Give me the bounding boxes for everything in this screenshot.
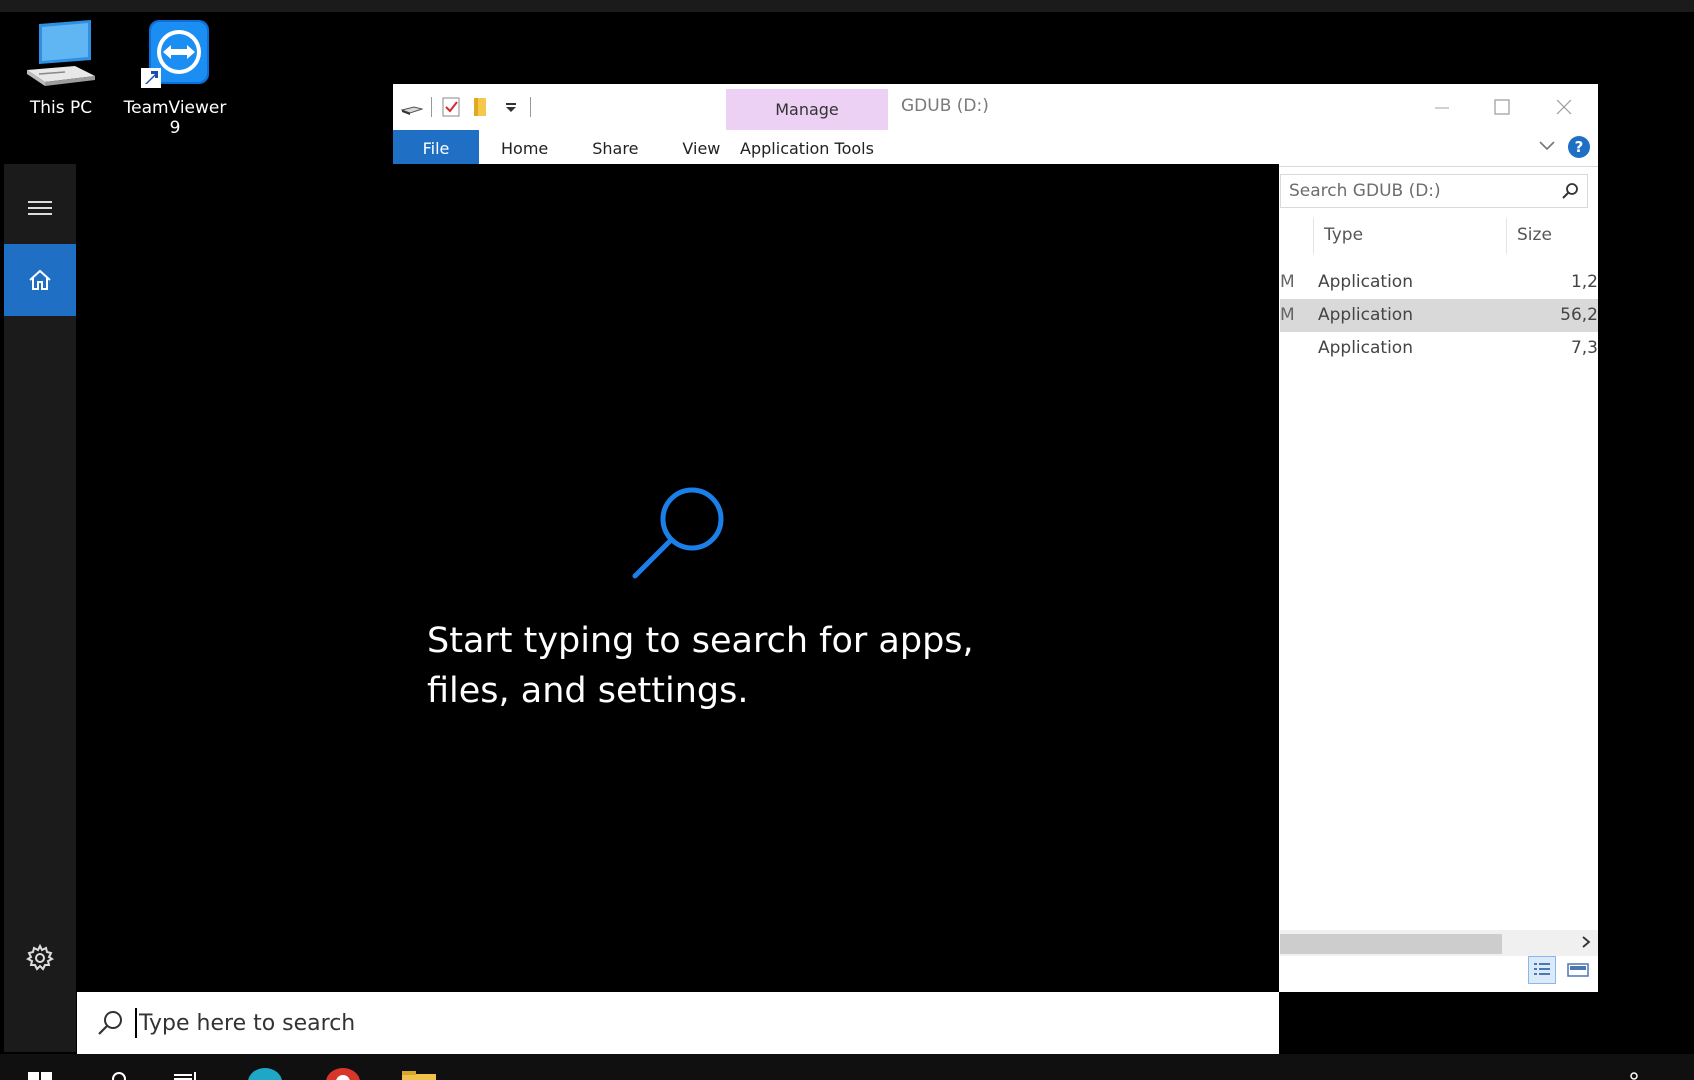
properties-icon[interactable] [440, 96, 462, 118]
folder-search-placeholder: Search GDUB (D:) [1289, 181, 1441, 201]
task-view-icon[interactable] [174, 1068, 198, 1080]
toolbar-divider [530, 97, 531, 117]
close-icon [1556, 99, 1572, 115]
horizontal-scrollbar[interactable] [1280, 930, 1598, 956]
expand-ribbon-button[interactable] [1538, 138, 1556, 157]
help-button[interactable]: ? [1568, 136, 1590, 158]
search-input[interactable] [139, 1010, 839, 1036]
chrome-icon[interactable] [324, 1068, 362, 1080]
row-size: 56,2 [1560, 305, 1598, 325]
scrollbar-thumb[interactable] [1280, 934, 1502, 954]
desktop-icon-label: This PC [29, 98, 93, 118]
details-view-button[interactable] [1528, 956, 1556, 984]
row-size: 7,3 [1570, 338, 1598, 358]
details-view-icon [1534, 963, 1550, 975]
desktop-icon-teamviewer[interactable]: TeamViewer 9 [120, 18, 230, 138]
new-folder-icon[interactable] [470, 96, 492, 118]
search-icon [632, 487, 724, 579]
row-clipped-date: M [1280, 272, 1295, 292]
search-icon[interactable] [1561, 182, 1579, 200]
minimize-button[interactable] [1412, 90, 1472, 124]
file-explorer-icon[interactable] [402, 1068, 436, 1080]
title-bar: Manage GDUB (D:) [393, 84, 1598, 130]
desktop-icon-label: TeamViewer 9 [123, 98, 227, 138]
maximize-icon [1494, 99, 1510, 115]
tab-home[interactable]: Home [479, 130, 570, 166]
column-header-type[interactable]: Type [1324, 214, 1363, 256]
toolbar-divider [431, 97, 432, 117]
chevron-down-icon [1539, 140, 1555, 150]
large-icons-view-icon [1567, 963, 1589, 977]
teamviewer-icon [139, 18, 211, 92]
column-divider[interactable] [1313, 218, 1314, 254]
minimize-icon [1435, 107, 1449, 109]
maximize-button[interactable] [1472, 90, 1532, 124]
people-icon[interactable] [1628, 1068, 1640, 1080]
gear-icon [26, 944, 54, 971]
row-clipped-date: M [1280, 305, 1295, 325]
taskbar-search-box[interactable] [77, 992, 1279, 1054]
column-header-size[interactable]: Size [1517, 214, 1552, 256]
home-button[interactable] [4, 244, 76, 316]
taskbar [0, 1054, 1694, 1080]
expand-menu-button[interactable] [4, 172, 76, 244]
row-type: Application [1318, 305, 1413, 325]
desktop-icon-this-pc[interactable]: This PC [6, 18, 116, 118]
windows-start-icon[interactable] [28, 1068, 52, 1080]
search-results-panel: Start typing to search for apps, files, … [77, 164, 1279, 992]
this-pc-icon [25, 18, 97, 92]
settings-button[interactable] [4, 922, 76, 994]
hamburger-icon [28, 201, 52, 215]
window-title: GDUB (D:) [901, 96, 989, 116]
chevron-right-icon[interactable] [1580, 932, 1592, 952]
top-edge [0, 0, 1694, 12]
quick-access-toolbar [400, 94, 531, 120]
text-caret [135, 1008, 137, 1038]
search-icon[interactable] [108, 1068, 130, 1080]
large-icons-view-button[interactable] [1564, 956, 1592, 984]
row-type: Application [1318, 338, 1413, 358]
manage-tab-group[interactable]: Manage [726, 89, 888, 130]
file-row[interactable]: M Application 1,2 [1280, 266, 1598, 299]
file-row[interactable]: Application 7,3 [1280, 332, 1598, 365]
home-icon [29, 269, 51, 290]
file-row-selected[interactable]: M Application 56,2 [1280, 299, 1598, 332]
row-size: 1,2 [1570, 272, 1598, 292]
close-button[interactable] [1534, 90, 1594, 124]
ribbon-controls: ? [1538, 136, 1590, 158]
row-type: Application [1318, 272, 1413, 292]
tab-file[interactable]: File [393, 130, 479, 166]
drive-icon[interactable] [400, 96, 424, 118]
ribbon-tabs: File Home Share View Application Tools [393, 130, 1598, 166]
tab-application-tools[interactable]: Application Tools [726, 130, 888, 166]
folder-search-input[interactable]: Search GDUB (D:) [1280, 174, 1588, 208]
search-icon [98, 1011, 122, 1035]
tab-share[interactable]: Share [570, 130, 660, 166]
view-toggle [1528, 956, 1592, 984]
column-divider[interactable] [1506, 218, 1507, 254]
search-prompt: Start typing to search for apps, files, … [427, 621, 974, 711]
start-rail [4, 164, 76, 1052]
customize-toolbar-icon[interactable] [500, 96, 522, 118]
edge-browser-icon[interactable] [246, 1068, 284, 1080]
